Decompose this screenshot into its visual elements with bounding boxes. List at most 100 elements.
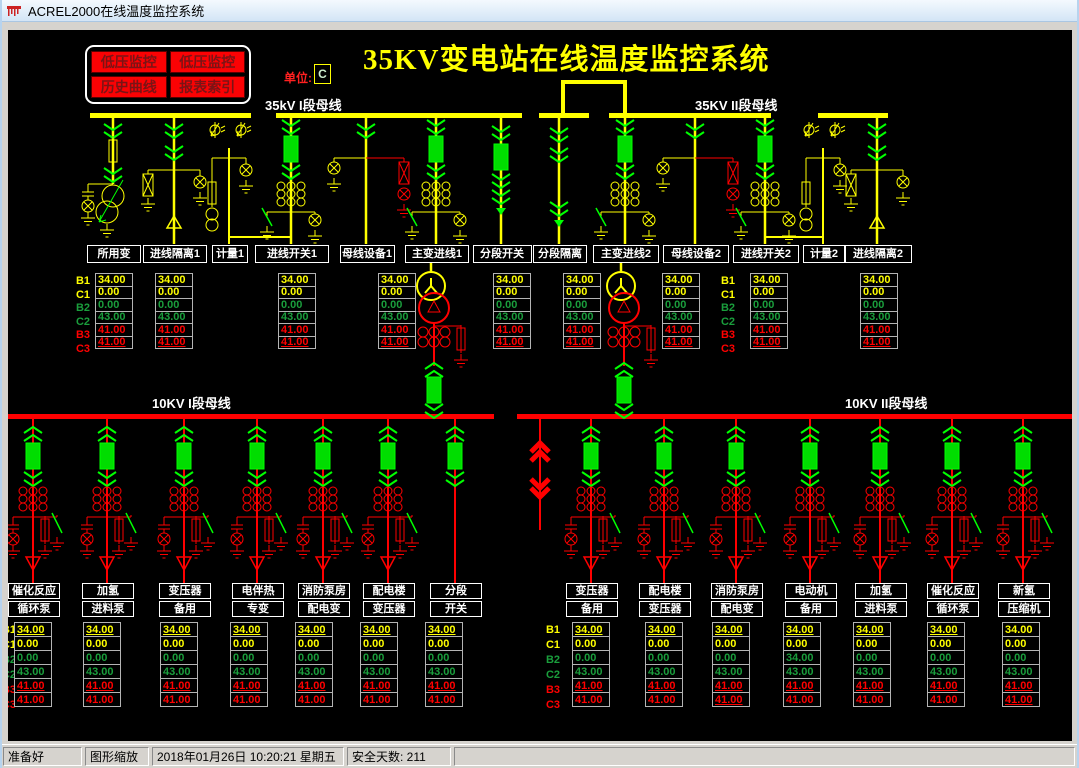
bay-label[interactable]: 进线开关2: [733, 245, 799, 263]
feeder-label[interactable]: 进料泵: [855, 601, 907, 617]
feeder-label[interactable]: 新氢: [998, 583, 1050, 599]
temp-table: 34.00 0.00 0.00 43.00 41.00 41.00: [278, 273, 316, 349]
bay-label[interactable]: 进线隔离1: [143, 245, 207, 263]
temp-value: 0.00: [496, 298, 518, 311]
feeder-label[interactable]: 配电楼: [363, 583, 415, 599]
temp-value: 0.00: [163, 651, 185, 664]
feeder-label[interactable]: 配电变: [711, 601, 763, 617]
temp-value: 0.00: [715, 651, 737, 664]
temp-value: 0.00: [281, 298, 303, 311]
temp-row-label: C2: [75, 315, 90, 328]
temp-table: 34.00 0.00 0.00 43.00 41.00 41.00: [662, 273, 700, 349]
temp-table: 34.00 0.00 0.00 43.00 41.00 41.00: [160, 622, 198, 707]
temp-value: 43.00: [856, 665, 884, 678]
feeder-label[interactable]: 配电楼: [639, 583, 691, 599]
feeder-label[interactable]: 配电变: [298, 601, 350, 617]
temp-value: 43.00: [86, 665, 114, 678]
feeder-label[interactable]: 加氢: [855, 583, 907, 599]
feeder-label[interactable]: 消防泵房: [298, 583, 350, 599]
feeder-label[interactable]: 循环泵: [8, 601, 60, 617]
temp-value: 41.00: [496, 323, 524, 336]
feeder-label[interactable]: 催化反应: [8, 583, 60, 599]
temp-row-label: B1: [75, 275, 90, 287]
feeder-label[interactable]: 进料泵: [82, 601, 134, 617]
temp-value: 0.00: [98, 286, 120, 299]
temp-value: 0.00: [363, 637, 385, 650]
feeder-label[interactable]: 备用: [159, 601, 211, 617]
temp-value: 41.00: [648, 693, 676, 706]
temp-row-label: B3: [720, 329, 735, 341]
temp-value: 0.00: [86, 651, 108, 664]
feeder-label[interactable]: 循环泵: [927, 601, 979, 617]
feeder-label[interactable]: 备用: [566, 601, 618, 617]
temp-value: 41.00: [753, 336, 781, 349]
temp-row-label: B3: [75, 329, 90, 341]
temp-value: 41.00: [17, 679, 45, 692]
temp-table: 34.00 0.00 0.00 43.00 41.00 41.00: [563, 273, 601, 349]
temp-value: 34.00: [753, 273, 781, 286]
temp-table: 34.00 0.00 0.00 43.00 41.00 41.00: [230, 622, 268, 707]
bay-label[interactable]: 分段隔离: [533, 245, 587, 263]
temp-value: 43.00: [566, 311, 594, 324]
bay-label[interactable]: 所用变: [87, 245, 141, 263]
menu-button[interactable]: 历史曲线: [91, 76, 167, 98]
feeder-label[interactable]: 备用: [785, 601, 837, 617]
feeder-label[interactable]: 专变: [232, 601, 284, 617]
menu-button[interactable]: 报表索引: [169, 76, 245, 98]
temp-value: 0.00: [856, 637, 878, 650]
temp-value: 43.00: [1005, 665, 1033, 678]
feeder-label[interactable]: 加氢: [82, 583, 134, 599]
temp-value: 43.00: [233, 665, 261, 678]
temp-value: 41.00: [786, 693, 814, 706]
temp-value: 0.00: [381, 298, 403, 311]
feeder-label[interactable]: 催化反应: [927, 583, 979, 599]
bus35-2-label: 35KV II段母线: [695, 98, 778, 113]
feeder-label[interactable]: 压缩机: [998, 601, 1050, 617]
bay-label[interactable]: 分段开关: [472, 245, 532, 263]
temp-value: 43.00: [381, 311, 409, 324]
temp-value: 34.00: [381, 273, 409, 286]
feeder-label[interactable]: 开关: [430, 601, 482, 617]
menu-button[interactable]: 低压监控: [169, 51, 245, 73]
feeder-label[interactable]: 电动机: [785, 583, 837, 599]
temp-value: 41.00: [1005, 693, 1033, 706]
temp-value: 43.00: [786, 665, 814, 678]
bay-label[interactable]: 计量2: [803, 245, 845, 263]
feeder-label[interactable]: 消防泵房: [711, 583, 763, 599]
quick-menu: 低压监控 低压监控 历史曲线 报表索引: [85, 45, 251, 104]
temp-value: 41.00: [86, 693, 114, 706]
temp-value: 0.00: [233, 637, 255, 650]
feeder-label[interactable]: 变压器: [566, 583, 618, 599]
feeder-label[interactable]: 分段: [430, 583, 482, 599]
temp-table: 34.00 0.00 0.00 43.00 41.00 41.00: [425, 622, 463, 707]
temp-value: 0.00: [281, 286, 303, 299]
temp-table: 34.00 0.00 34.00 43.00 41.00 41.00: [783, 622, 821, 707]
feeder-label[interactable]: 变压器: [639, 601, 691, 617]
bay-label[interactable]: 进线开关1: [255, 245, 329, 263]
unit-value-box[interactable]: C: [314, 64, 331, 84]
temp-value: 41.00: [233, 693, 261, 706]
bay-label[interactable]: 进线隔离2: [844, 245, 912, 263]
temp-value: 41.00: [363, 693, 391, 706]
feeder-label[interactable]: 电伴热: [232, 583, 284, 599]
temp-row-label: C3: [75, 342, 90, 355]
bay-label[interactable]: 主变进线2: [593, 245, 659, 263]
bay-label[interactable]: 计量1: [212, 245, 248, 263]
bay-label[interactable]: 主变进线1: [405, 245, 469, 263]
temp-value: 0.00: [1005, 651, 1027, 664]
temp-value: 34.00: [281, 273, 309, 286]
temp-row-label: B1: [720, 275, 735, 287]
title-bar: ACREL2000在线温度监控系统: [2, 0, 1077, 22]
menu-button[interactable]: 低压监控: [91, 51, 167, 73]
feeder-label[interactable]: 变压器: [159, 583, 211, 599]
temp-value: 41.00: [428, 679, 456, 692]
temp-value: 0.00: [575, 651, 597, 664]
bay-label[interactable]: 母线设备1: [339, 245, 395, 263]
temp-value: 34.00: [930, 623, 958, 636]
feeder-label[interactable]: 变压器: [363, 601, 415, 617]
bus10-1-label: 10KV I段母线: [152, 396, 231, 411]
bay-label[interactable]: 母线设备2: [663, 245, 729, 263]
temp-value: 34.00: [566, 273, 594, 286]
temp-value: 41.00: [158, 336, 186, 349]
temp-value: 41.00: [496, 336, 524, 349]
